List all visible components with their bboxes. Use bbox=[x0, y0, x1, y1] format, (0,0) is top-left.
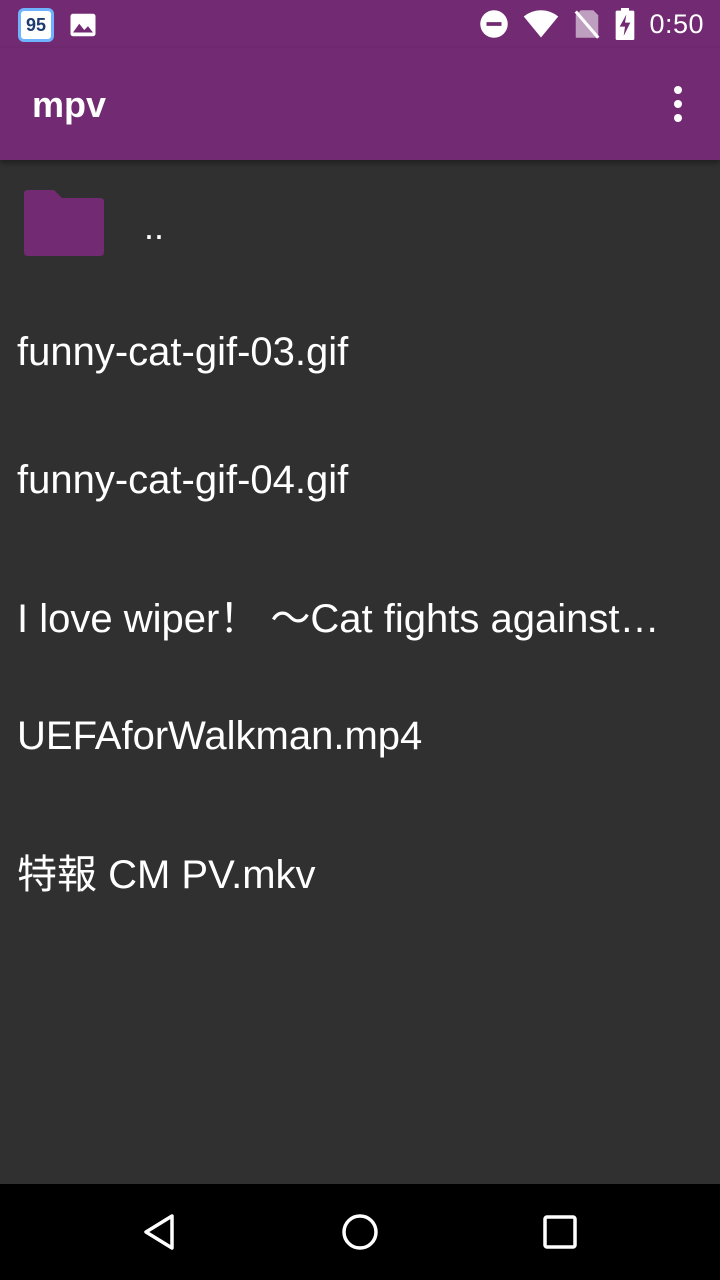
battery-charging-icon bbox=[616, 8, 635, 40]
list-item[interactable]: I love wiper！ 〜Cat fights against… bbox=[0, 544, 720, 672]
status-bar: 95 0:50 bbox=[0, 0, 720, 48]
file-name: funny-cat-gif-04.gif bbox=[17, 458, 349, 502]
file-name: funny-cat-gif-03.gif bbox=[17, 330, 349, 374]
list-item[interactable]: funny-cat-gif-04.gif bbox=[0, 416, 720, 544]
status-left: 95 bbox=[18, 8, 98, 42]
menu-dot bbox=[674, 114, 682, 122]
app-badge-icon: 95 bbox=[18, 8, 54, 42]
parent-directory-label: .. bbox=[144, 206, 165, 247]
screen: 95 0:50 mpv .. funny-cat-gif-03.gif funn… bbox=[0, 0, 720, 1280]
back-icon[interactable] bbox=[140, 1212, 180, 1252]
more-vert-icon[interactable] bbox=[658, 84, 698, 124]
menu-dot bbox=[674, 100, 682, 108]
file-name: UEFAforWalkman.mp4 bbox=[17, 714, 423, 758]
menu-dot bbox=[674, 86, 682, 94]
recents-icon[interactable] bbox=[540, 1212, 580, 1252]
parent-directory-row[interactable]: .. bbox=[0, 160, 720, 288]
app-title: mpv bbox=[32, 84, 107, 125]
status-right: 0:50 bbox=[479, 8, 704, 40]
file-name: 特報 CM PV.mkv bbox=[17, 853, 316, 897]
navigation-bar bbox=[0, 1184, 720, 1280]
status-time: 0:50 bbox=[649, 8, 704, 39]
file-name: I love wiper！ 〜Cat fights against… bbox=[17, 597, 660, 641]
image-icon bbox=[70, 13, 96, 37]
file-list: .. funny-cat-gif-03.gif funny-cat-gif-04… bbox=[0, 160, 720, 928]
home-icon[interactable] bbox=[340, 1212, 380, 1252]
folder-icon bbox=[24, 190, 104, 256]
list-item[interactable]: UEFAforWalkman.mp4 bbox=[0, 672, 720, 800]
app-bar: mpv bbox=[0, 48, 720, 160]
list-item[interactable]: funny-cat-gif-03.gif bbox=[0, 288, 720, 416]
do-not-disturb-icon bbox=[480, 10, 509, 38]
list-item[interactable]: 特報 CM PV.mkv bbox=[0, 800, 720, 928]
no-sim-icon bbox=[575, 10, 600, 39]
wifi-icon bbox=[524, 10, 559, 38]
